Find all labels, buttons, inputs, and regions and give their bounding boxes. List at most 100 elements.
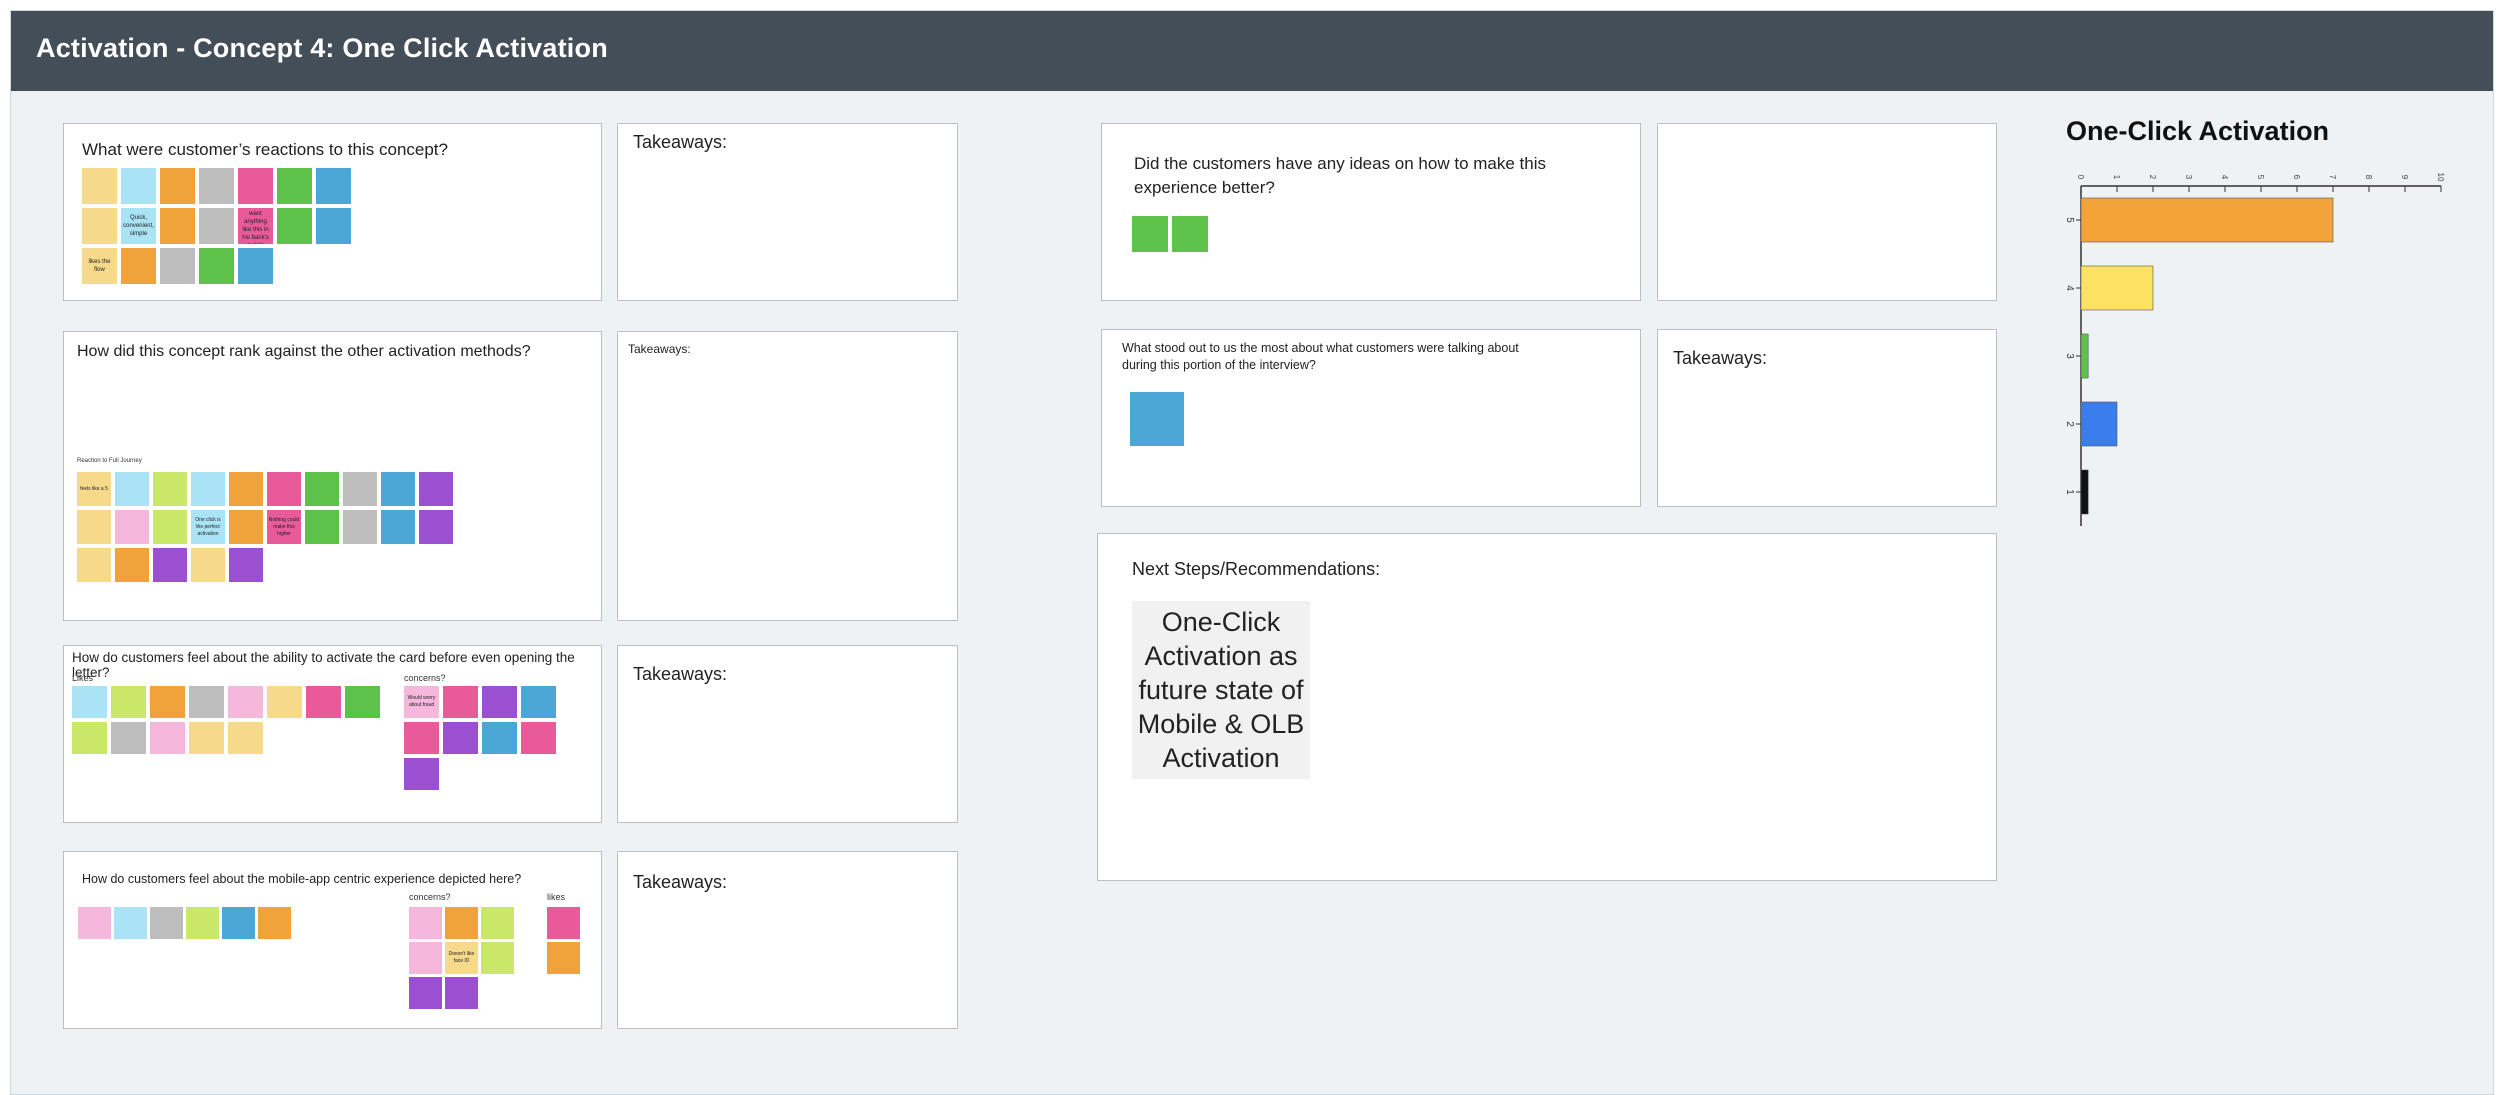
sticky-note[interactable] [78, 907, 111, 939]
sticky-note[interactable] [228, 686, 263, 718]
sticky-note[interactable] [409, 977, 442, 1009]
sticky-note[interactable] [481, 907, 514, 939]
sticky-note[interactable] [381, 510, 415, 544]
sticky-note[interactable] [404, 758, 439, 790]
sticky-note[interactable] [482, 722, 517, 754]
sticky-note[interactable] [114, 907, 147, 939]
sticky-note[interactable] [547, 942, 580, 974]
sticky-note[interactable] [238, 248, 273, 284]
frame-mobile-app-takeaways[interactable]: Takeaways: [617, 851, 958, 1029]
sticky-note[interactable] [409, 907, 442, 939]
sticky-note[interactable] [343, 510, 377, 544]
sticky-note[interactable] [229, 472, 263, 506]
sticky-note[interactable] [258, 907, 291, 939]
sticky-note[interactable] [443, 722, 478, 754]
sticky-note[interactable] [186, 907, 219, 939]
sticky-note[interactable] [521, 722, 556, 754]
frame-rank-takeaways[interactable]: Takeaways: [617, 331, 958, 621]
sticky-note[interactable] [229, 510, 263, 544]
sticky-note[interactable] [77, 510, 111, 544]
sticky-note[interactable] [419, 510, 453, 544]
sticky-note[interactable] [111, 722, 146, 754]
sticky-note[interactable] [121, 168, 156, 204]
sticky-note[interactable] [222, 907, 255, 939]
sticky-note[interactable] [277, 208, 312, 244]
sticky-note[interactable] [316, 208, 351, 244]
sticky-note[interactable] [1132, 216, 1168, 252]
sticky-note[interactable] [306, 686, 341, 718]
sticky-note[interactable] [445, 977, 478, 1009]
sticky-note[interactable] [72, 686, 107, 718]
sticky-note[interactable] [82, 208, 117, 244]
sticky-note[interactable] [150, 722, 185, 754]
sticky-note[interactable] [409, 942, 442, 974]
sticky-note[interactable] [481, 942, 514, 974]
frame-before-letter[interactable]: How do customers feel about the ability … [63, 645, 602, 823]
sticky-note[interactable] [82, 168, 117, 204]
sticky-note[interactable] [111, 686, 146, 718]
sticky-note[interactable] [316, 168, 351, 204]
sticky-note[interactable] [443, 686, 478, 718]
sticky-note[interactable] [199, 248, 234, 284]
sticky-note[interactable] [482, 686, 517, 718]
sticky-note[interactable] [150, 686, 185, 718]
sticky-note[interactable] [115, 472, 149, 506]
sticky-note[interactable]: Quick, convenient, simple [121, 208, 156, 244]
frame-stood-out[interactable]: What stood out to us the most about what… [1101, 329, 1641, 507]
sticky-note[interactable] [160, 208, 195, 244]
sticky-note[interactable] [160, 168, 195, 204]
sticky-note[interactable]: Doesn't like face ID [445, 942, 478, 974]
sticky-note[interactable] [404, 722, 439, 754]
frame-next-steps[interactable]: Next Steps/Recommendations: One-Click Ac… [1097, 533, 1997, 881]
sticky-note[interactable] [199, 168, 234, 204]
frame-rank[interactable]: How did this concept rank against the ot… [63, 331, 602, 621]
whiteboard-canvas[interactable]: Activation - Concept 4: One Click Activa… [10, 10, 2494, 1095]
sticky-note[interactable] [267, 686, 302, 718]
sticky-note[interactable] [121, 248, 156, 284]
sticky-note[interactable] [1172, 216, 1208, 252]
sticky-note[interactable]: One click is the perfect activation [191, 510, 225, 544]
sticky-note[interactable] [445, 907, 478, 939]
sticky-note[interactable] [153, 548, 187, 582]
sticky-note[interactable]: Would worry about fraud [404, 686, 439, 718]
frame-reactions[interactable]: What were customer’s reactions to this c… [63, 123, 602, 301]
sticky-note[interactable] [521, 686, 556, 718]
sticky-note[interactable] [191, 548, 225, 582]
sticky-note[interactable]: Doesn't want anything like this in his b… [238, 208, 273, 244]
sticky-note[interactable] [189, 722, 224, 754]
sticky-note[interactable] [419, 472, 453, 506]
sticky-note[interactable]: likes the flow [82, 248, 117, 284]
sticky-note[interactable] [1130, 392, 1184, 446]
frame-ideas-takeaways[interactable] [1657, 123, 1997, 301]
frame-reactions-takeaways[interactable]: Takeaways: [617, 123, 958, 301]
frame-mobile-app[interactable]: How do customers feel about the mobile-a… [63, 851, 602, 1029]
sticky-note[interactable] [199, 208, 234, 244]
frame-stood-out-takeaways[interactable]: Takeaways: [1657, 329, 1997, 507]
sticky-note[interactable]: Nothing could make this higher [267, 510, 301, 544]
sticky-note[interactable] [277, 168, 312, 204]
sticky-note[interactable] [150, 907, 183, 939]
sticky-note[interactable] [77, 548, 111, 582]
frame-ideas[interactable]: Did the customers have any ideas on how … [1101, 123, 1641, 301]
sticky-note[interactable] [547, 907, 580, 939]
frame-before-letter-takeaways[interactable]: Takeaways: [617, 645, 958, 823]
sticky-note[interactable] [267, 472, 301, 506]
sticky-note[interactable] [189, 686, 224, 718]
sticky-note[interactable] [160, 248, 195, 284]
sticky-note[interactable] [228, 722, 263, 754]
sticky-note[interactable] [153, 472, 187, 506]
sticky-note[interactable] [115, 510, 149, 544]
sticky-note[interactable] [305, 510, 339, 544]
recommendation-card[interactable]: One-Click Activation as future state of … [1132, 601, 1310, 779]
sticky-note[interactable] [238, 168, 273, 204]
sticky-note[interactable] [191, 472, 225, 506]
sticky-note[interactable] [72, 722, 107, 754]
sticky-note[interactable] [381, 472, 415, 506]
sticky-note[interactable] [345, 686, 380, 718]
sticky-note[interactable] [153, 510, 187, 544]
sticky-note[interactable]: feels like a 5 [77, 472, 111, 506]
sticky-note[interactable] [343, 472, 377, 506]
sticky-note[interactable] [115, 548, 149, 582]
sticky-note[interactable] [229, 548, 263, 582]
sticky-note[interactable] [305, 472, 339, 506]
